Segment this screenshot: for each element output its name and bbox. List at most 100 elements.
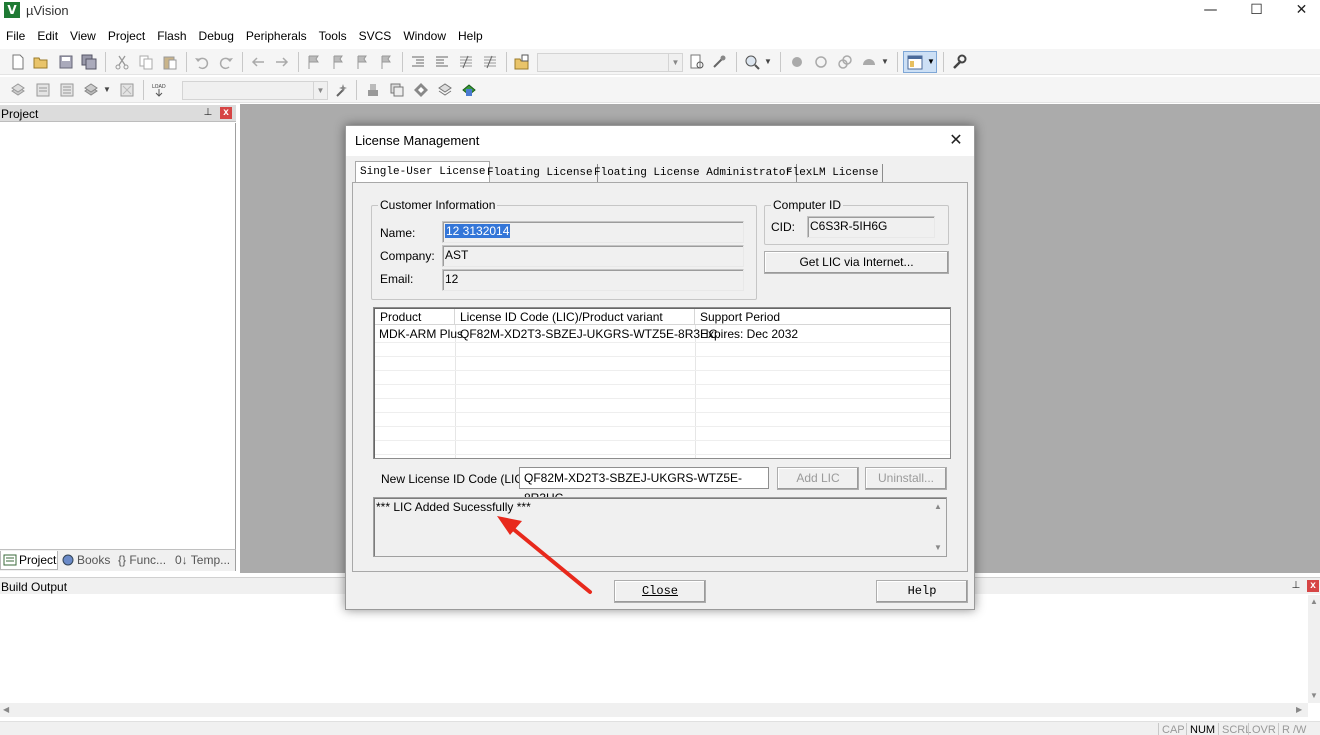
license-output-box[interactable]: *** LIC Added Sucessfully *** ▲ ▼	[373, 497, 947, 557]
batch-dropdown-icon[interactable]: ▼	[103, 85, 119, 101]
project-panel-close-button[interactable]: x	[220, 107, 232, 119]
menu-window[interactable]: Window	[397, 26, 452, 46]
table-cell-product[interactable]: MDK-ARM Plus	[375, 326, 463, 342]
manage-project-items-icon[interactable]	[389, 82, 405, 98]
scroll-down-icon[interactable]: ▼	[934, 543, 942, 552]
file-extensions-icon[interactable]	[365, 82, 381, 98]
scroll-right-icon[interactable]: ▶	[1296, 705, 1302, 714]
tab-floating-license[interactable]: Floating License	[483, 164, 598, 183]
bookmark-icon[interactable]	[306, 54, 322, 70]
next-bookmark-icon[interactable]	[354, 54, 370, 70]
menu-file[interactable]: File	[0, 26, 31, 46]
scroll-up-icon[interactable]: ▲	[934, 502, 942, 511]
tab-functions[interactable]: {} Func...	[116, 551, 172, 570]
menu-flash[interactable]: Flash	[151, 26, 192, 46]
scroll-left-icon[interactable]: ◀	[3, 705, 9, 714]
copy-icon[interactable]	[138, 54, 154, 70]
rebuild-icon[interactable]	[59, 82, 75, 98]
indent-icon[interactable]	[410, 54, 426, 70]
tab-project[interactable]: Project	[0, 551, 58, 570]
uncomment-icon[interactable]	[482, 54, 498, 70]
redo-icon[interactable]	[218, 54, 234, 70]
nav-back-icon[interactable]	[250, 54, 266, 70]
chevron-down-icon[interactable]: ▼	[668, 54, 682, 71]
disable-all-breakpoints-icon[interactable]	[837, 54, 853, 70]
cid-field[interactable]: C6S3R-5IH6G	[807, 216, 935, 238]
new-lic-input[interactable]: QF82M-XD2T3-SBZEJ-UKGRS-WTZ5E-8R3HC	[519, 467, 769, 505]
column-header-product[interactable]: Product	[375, 309, 455, 325]
company-field[interactable]: AST	[442, 245, 744, 267]
paste-icon[interactable]	[162, 54, 178, 70]
build-icon[interactable]	[35, 82, 51, 98]
tab-single-user-license[interactable]: Single-User License	[355, 161, 491, 183]
project-tree[interactable]	[0, 123, 236, 549]
column-header-lic[interactable]: License ID Code (LIC)/Product variant	[455, 309, 695, 325]
configure-wrench-icon[interactable]	[951, 54, 967, 70]
menu-peripherals[interactable]: Peripherals	[240, 26, 313, 46]
menu-help[interactable]: Help	[452, 26, 489, 46]
column-header-support-period[interactable]: Support Period	[695, 309, 950, 325]
disable-breakpoint-icon[interactable]	[813, 54, 829, 70]
menu-svcs[interactable]: SVCS	[353, 26, 398, 46]
tab-flexlm-license[interactable]: FlexLM License	[782, 164, 884, 183]
close-button[interactable]: Close	[614, 580, 706, 603]
build-output-text[interactable]	[0, 595, 1308, 703]
save-all-icon[interactable]	[81, 54, 97, 70]
table-cell-support-period[interactable]: Expires: Dec 2032	[696, 326, 798, 342]
prev-bookmark-icon[interactable]	[330, 54, 346, 70]
zoom-dropdown-icon[interactable]: ▼	[764, 57, 780, 73]
uninstall-button[interactable]: Uninstall...	[865, 467, 947, 490]
pin-icon[interactable]: ⊥	[203, 107, 213, 119]
undo-icon[interactable]	[194, 54, 210, 70]
breakpoint-icon[interactable]	[789, 54, 805, 70]
tab-books[interactable]: Books	[59, 551, 115, 570]
menu-tools[interactable]: Tools	[313, 26, 353, 46]
find-combo[interactable]: ▼	[537, 53, 683, 72]
output-scrollbar[interactable]: ▲ ▼	[931, 499, 945, 555]
menu-debug[interactable]: Debug	[193, 26, 240, 46]
target-options-icon[interactable]	[334, 82, 350, 98]
get-lic-via-internet-button[interactable]: Get LIC via Internet...	[764, 251, 949, 274]
cut-icon[interactable]	[114, 54, 130, 70]
target-select[interactable]: ▼	[182, 81, 328, 100]
tab-templates[interactable]: 0↓ Temp...	[173, 551, 235, 570]
name-field[interactable]: 12 3132014	[442, 221, 744, 243]
clear-bookmarks-icon[interactable]	[378, 54, 394, 70]
window-layout-button[interactable]: ▼	[903, 51, 937, 73]
unindent-icon[interactable]	[434, 54, 450, 70]
batch-build-icon[interactable]	[83, 82, 99, 98]
translate-icon[interactable]	[10, 82, 26, 98]
save-icon[interactable]	[58, 54, 74, 70]
menu-view[interactable]: View	[64, 26, 102, 46]
dialog-close-icon[interactable]: ✕	[946, 130, 966, 150]
maximize-button[interactable]: ☐	[1234, 0, 1279, 22]
pin-icon[interactable]: ⊥	[1291, 580, 1301, 592]
pack-installer-icon[interactable]	[461, 82, 477, 98]
manage-rte-icon[interactable]	[437, 82, 453, 98]
email-field[interactable]: 12	[442, 269, 744, 291]
find-replace-icon[interactable]	[711, 54, 727, 70]
build-output-vscroll[interactable]: ▲ ▼	[1308, 595, 1320, 703]
table-cell-lic[interactable]: QF82M-XD2T3-SBZEJ-UKGRS-WTZ5E-8R3HC	[456, 326, 717, 342]
stop-build-icon[interactable]	[119, 82, 135, 98]
select-packs-icon[interactable]	[413, 82, 429, 98]
comment-icon[interactable]	[458, 54, 474, 70]
license-table[interactable]: Product License ID Code (LIC)/Product va…	[373, 307, 951, 459]
scroll-up-icon[interactable]: ▲	[1310, 597, 1318, 606]
download-load-icon[interactable]: LOAD	[151, 82, 167, 98]
kill-breakpoints-icon[interactable]	[861, 54, 877, 70]
build-output-close-button[interactable]: x	[1307, 580, 1319, 592]
tab-floating-license-administrator[interactable]: Floating License Administrator	[590, 164, 798, 183]
chevron-down-icon[interactable]: ▼	[313, 82, 327, 99]
scroll-down-icon[interactable]: ▼	[1310, 691, 1318, 700]
zoom-icon[interactable]	[744, 54, 760, 70]
menu-project[interactable]: Project	[102, 26, 151, 46]
nav-forward-icon[interactable]	[274, 54, 290, 70]
incremental-find-icon[interactable]	[689, 54, 705, 70]
new-file-icon[interactable]	[10, 54, 26, 70]
add-lic-button[interactable]: Add LIC	[777, 467, 859, 490]
build-output-hscroll[interactable]: ◀ ▶	[0, 703, 1308, 717]
help-button[interactable]: Help	[876, 580, 968, 603]
window-close-button[interactable]: ✕	[1279, 0, 1320, 22]
menu-edit[interactable]: Edit	[31, 26, 64, 46]
